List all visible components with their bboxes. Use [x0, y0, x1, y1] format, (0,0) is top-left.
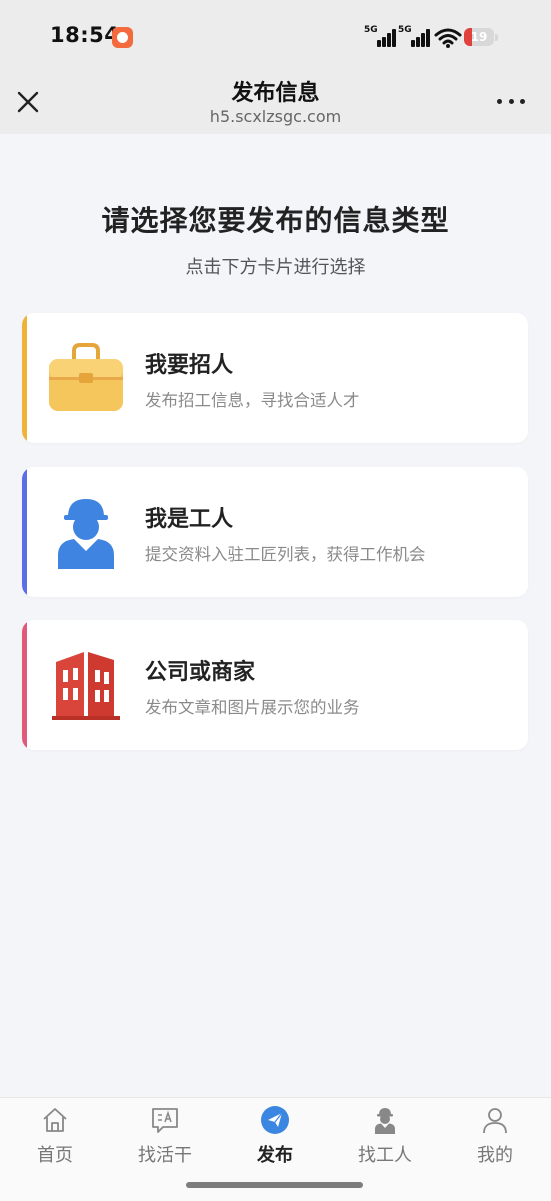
tab-label: 找工人 — [358, 1145, 412, 1166]
tab-profile[interactable]: 我的 — [440, 1098, 550, 1178]
tab-find-jobs[interactable]: 找活干 — [110, 1098, 220, 1178]
tab-label: 发布 — [257, 1145, 293, 1166]
nav-header: 发布信息 h5.scxlzsgc.com — [0, 72, 551, 134]
person-icon — [483, 1108, 507, 1134]
network-type-label-2: 5G — [398, 25, 412, 35]
card-description: 发布文章和图片展示您的业务 — [145, 698, 360, 717]
card-title: 公司或商家 — [145, 660, 256, 685]
page-title: 发布信息 — [231, 81, 320, 106]
more-icon[interactable] — [497, 94, 525, 108]
worker-icon — [58, 499, 114, 569]
app-notification-icon — [112, 27, 133, 48]
cellular-signal-icon-2: 5G — [398, 25, 432, 47]
tab-find-workers[interactable]: 找工人 — [330, 1098, 440, 1178]
tab-publish[interactable]: 发布 — [220, 1098, 330, 1178]
worker-icon — [375, 1108, 395, 1134]
briefcase-icon — [49, 343, 123, 411]
battery-icon: 19 — [464, 28, 494, 46]
tab-home[interactable]: 首页 — [0, 1098, 110, 1178]
card-accent-bar — [22, 467, 27, 597]
message-icon — [152, 1108, 178, 1133]
network-type-label: 5G — [364, 25, 378, 35]
card-accent-bar — [22, 620, 27, 750]
card-accent-bar — [22, 313, 27, 443]
tab-label: 我的 — [477, 1145, 513, 1166]
tab-label: 找活干 — [138, 1145, 192, 1166]
card-title: 我要招人 — [145, 353, 234, 378]
home-indicator[interactable] — [186, 1182, 363, 1188]
home-icon — [43, 1108, 67, 1132]
card-company[interactable]: 公司或商家 发布文章和图片展示您的业务 — [22, 620, 528, 750]
battery-level: 19 — [470, 30, 488, 44]
tab-label: 首页 — [37, 1145, 73, 1166]
section-subheading: 点击下方卡片进行选择 — [185, 257, 366, 278]
status-time: 18:54 — [50, 23, 120, 47]
send-icon — [261, 1106, 289, 1134]
card-worker[interactable]: 我是工人 提交资料入驻工匠列表，获得工作机会 — [22, 467, 528, 597]
cellular-signal-icon: 5G — [364, 25, 398, 47]
section-heading: 请选择您要发布的信息类型 — [101, 204, 450, 237]
card-title: 我是工人 — [145, 507, 234, 532]
page-url: h5.scxlzsgc.com — [209, 107, 342, 126]
card-recruit[interactable]: 我要招人 发布招工信息，寻找合适人才 — [22, 313, 528, 443]
building-icon — [52, 652, 120, 720]
card-description: 发布招工信息，寻找合适人才 — [145, 391, 360, 410]
status-bar: 18:54 5G 5G 19 — [0, 0, 551, 72]
card-description: 提交资料入驻工匠列表，获得工作机会 — [145, 545, 426, 564]
wifi-icon — [434, 28, 462, 48]
